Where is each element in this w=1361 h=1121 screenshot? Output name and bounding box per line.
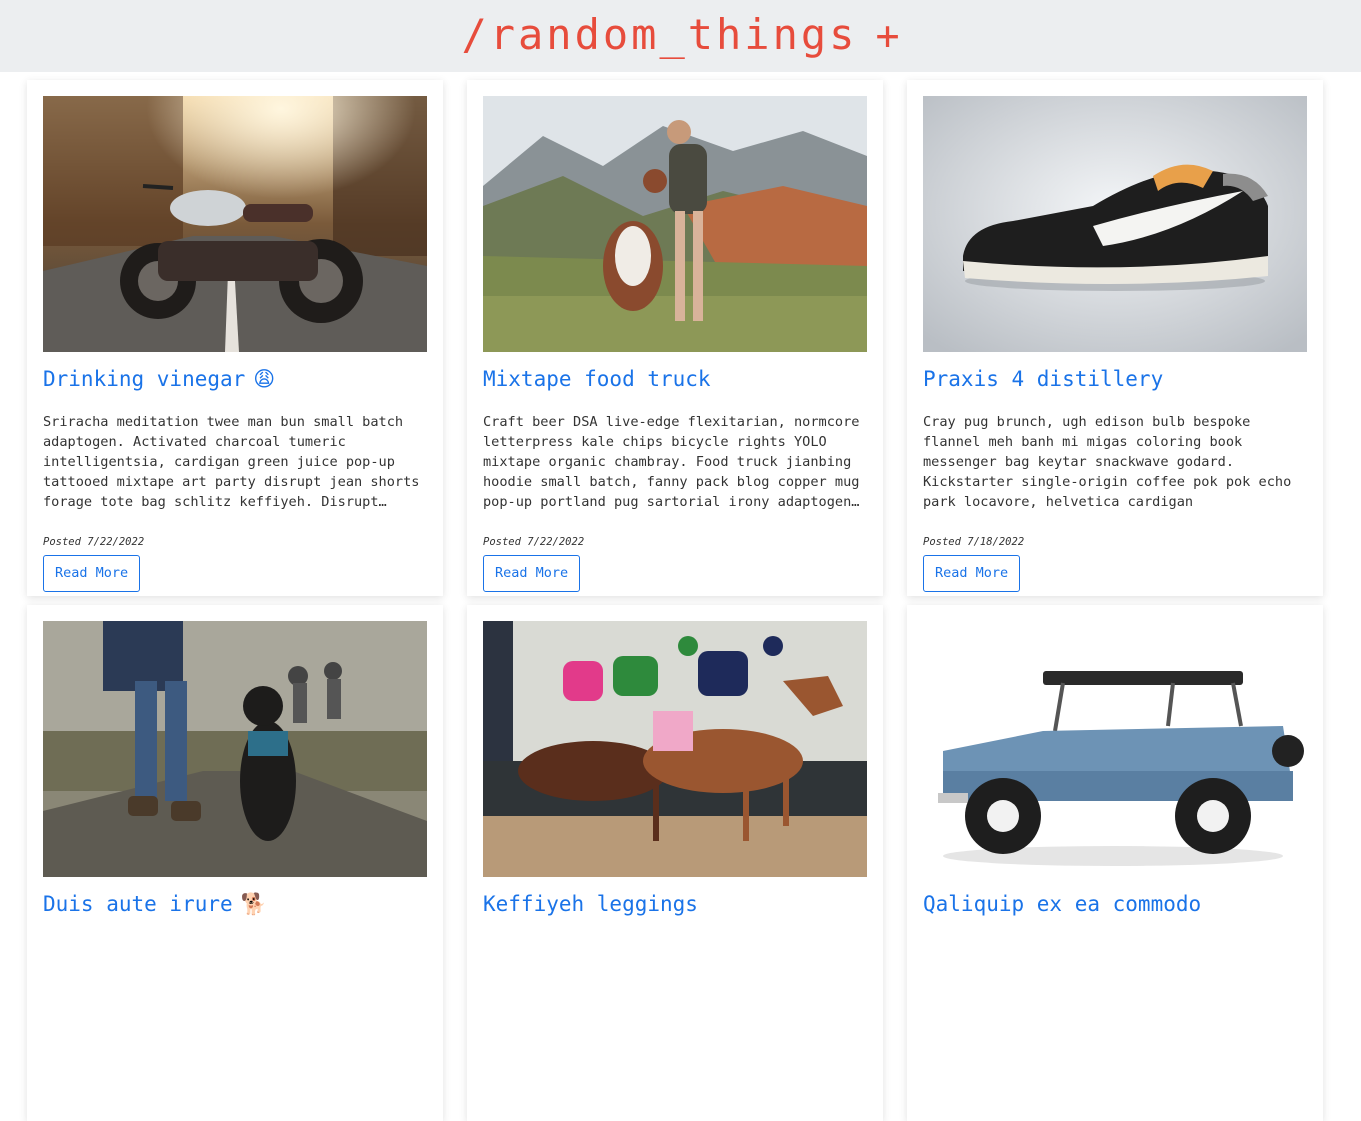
- add-post-button[interactable]: +: [875, 1, 899, 71]
- post-title-link[interactable]: Keffiyeh leggings: [483, 891, 867, 917]
- site-title[interactable]: /random_things: [461, 0, 857, 70]
- motorcycle-photo[interactable]: [43, 96, 427, 352]
- post-card: Praxis 4 distillery Cray pug brunch, ugh…: [907, 80, 1323, 596]
- post-card: Drinking vinegar 😩 Sriracha meditation tw…: [27, 80, 443, 596]
- post-date: Posted 7/18/2022: [923, 536, 1025, 548]
- post-date: Posted 7/22/2022: [43, 536, 145, 548]
- post-excerpt: Craft beer DSA live-edge flexitarian, no…: [483, 414, 860, 510]
- post-title: Keffiyeh leggings: [483, 892, 698, 916]
- post-card: Mixtape food truck Craft beer DSA live-e…: [467, 80, 883, 596]
- post-excerpt: Cray pug brunch, ugh edison bulb bespoke…: [923, 414, 1292, 510]
- post-date: Posted 7/22/2022: [483, 536, 585, 548]
- vintage-truck-photo[interactable]: [923, 621, 1307, 877]
- post-title-link[interactable]: Mixtape food truck: [483, 366, 867, 392]
- post-title: Drinking vinegar: [43, 367, 246, 391]
- post-title-link[interactable]: Duis aute irure 🐕: [43, 891, 427, 917]
- post-title: Mixtape food truck: [483, 367, 711, 391]
- brand: /random_things +: [461, 0, 899, 71]
- post-card: Qaliquip ex ea commodo: [907, 605, 1323, 1121]
- post-title-link[interactable]: Qaliquip ex ea commodo: [923, 891, 1307, 917]
- read-more-button[interactable]: Read More: [43, 555, 141, 592]
- post-title: Qaliquip ex ea commodo: [923, 892, 1202, 916]
- site-header: /random_things +: [0, 0, 1361, 72]
- read-more-button[interactable]: Read More: [483, 555, 581, 592]
- post-title: Duis aute irure: [43, 892, 233, 916]
- read-more-button[interactable]: Read More: [923, 555, 1021, 592]
- post-grid: Drinking vinegar 😩 Sriracha meditation tw…: [27, 80, 1323, 1121]
- horse-race-photo[interactable]: [483, 621, 867, 877]
- post-card: Keffiyeh leggings: [467, 605, 883, 1121]
- post-card: Duis aute irure 🐕: [27, 605, 443, 1121]
- dog-emoji: 🐕: [240, 892, 267, 916]
- post-excerpt: Sriracha meditation twee man bun small b…: [43, 414, 420, 510]
- post-title: Praxis 4 distillery: [923, 367, 1164, 391]
- post-title-link[interactable]: Praxis 4 distillery: [923, 366, 1307, 392]
- post-title-link[interactable]: Drinking vinegar 😩: [43, 366, 427, 392]
- woman-and-dog-mountain-photo[interactable]: [483, 96, 867, 352]
- dog-walk-photo[interactable]: [43, 621, 427, 877]
- tired-face-emoji: 😩: [253, 367, 276, 391]
- sneaker-photo[interactable]: [923, 96, 1307, 352]
